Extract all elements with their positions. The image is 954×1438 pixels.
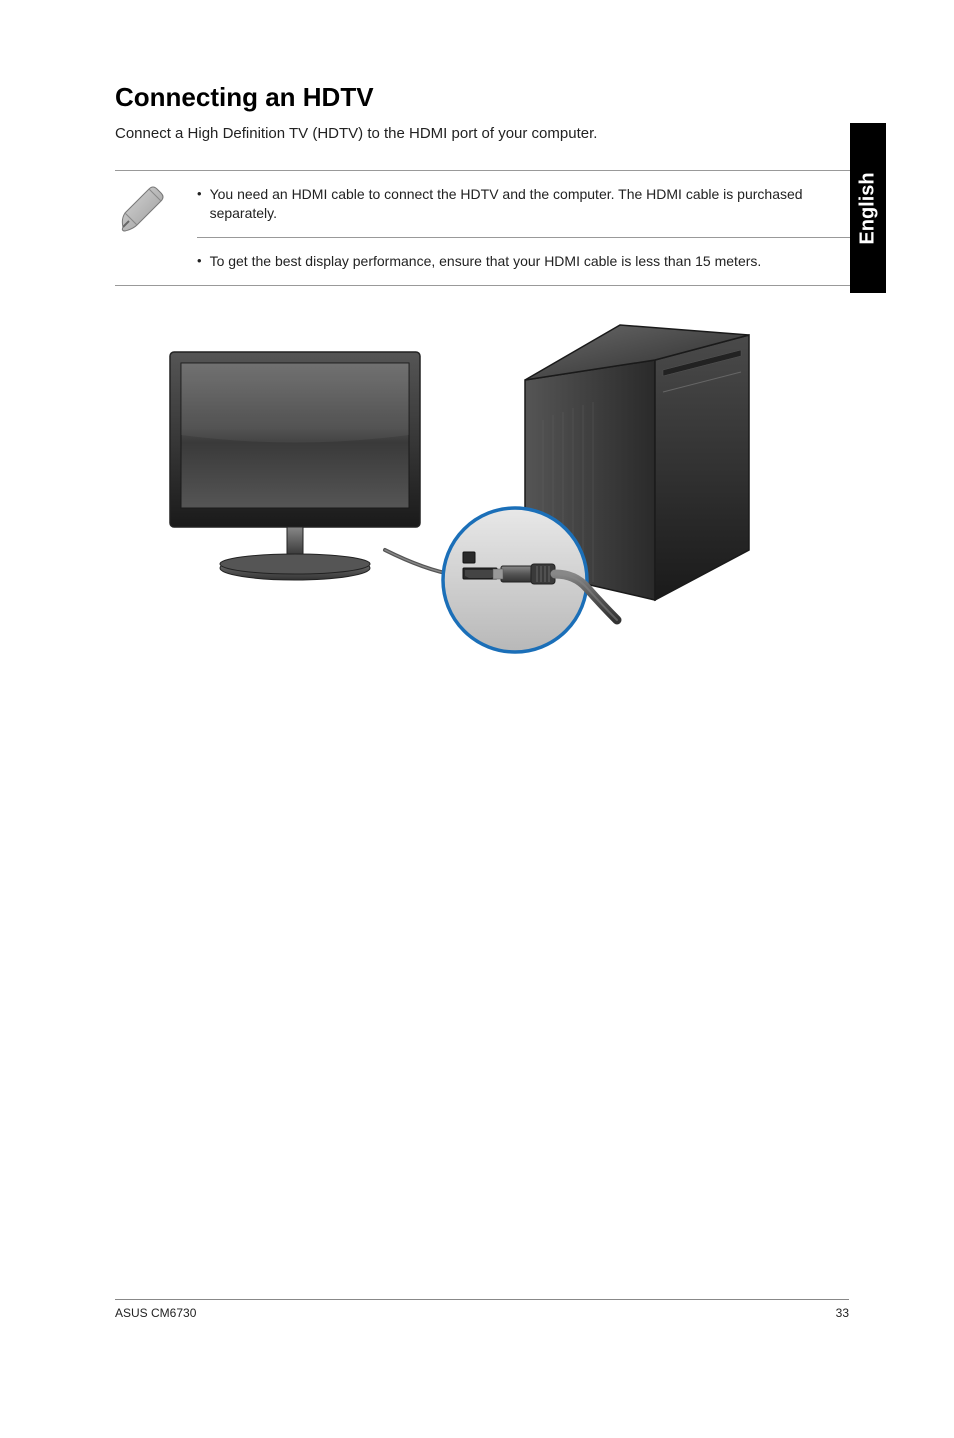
bullet-icon: • bbox=[197, 185, 202, 201]
connection-illustration bbox=[115, 320, 864, 670]
page-content: Connecting an HDTV Connect a High Defini… bbox=[0, 0, 954, 670]
pencil-note-icon bbox=[115, 171, 175, 239]
note-item: • To get the best display performance, e… bbox=[197, 238, 864, 285]
page-heading: Connecting an HDTV bbox=[115, 82, 864, 113]
footer-product-name: ASUS CM6730 bbox=[115, 1306, 196, 1320]
note-item: • You need an HDMI cable to connect the … bbox=[197, 171, 864, 238]
bullet-icon: • bbox=[197, 252, 202, 268]
note-text: You need an HDMI cable to connect the HD… bbox=[210, 185, 864, 223]
language-tab-label: English bbox=[857, 172, 880, 244]
language-tab: English bbox=[850, 123, 886, 293]
intro-paragraph: Connect a High Definition TV (HDTV) to t… bbox=[115, 125, 864, 142]
note-content: • You need an HDMI cable to connect the … bbox=[197, 171, 864, 285]
note-block: • You need an HDMI cable to connect the … bbox=[115, 170, 864, 286]
footer-page-number: 33 bbox=[836, 1306, 849, 1320]
note-text: To get the best display performance, ens… bbox=[210, 252, 762, 271]
page-footer: ASUS CM6730 33 bbox=[115, 1299, 849, 1320]
